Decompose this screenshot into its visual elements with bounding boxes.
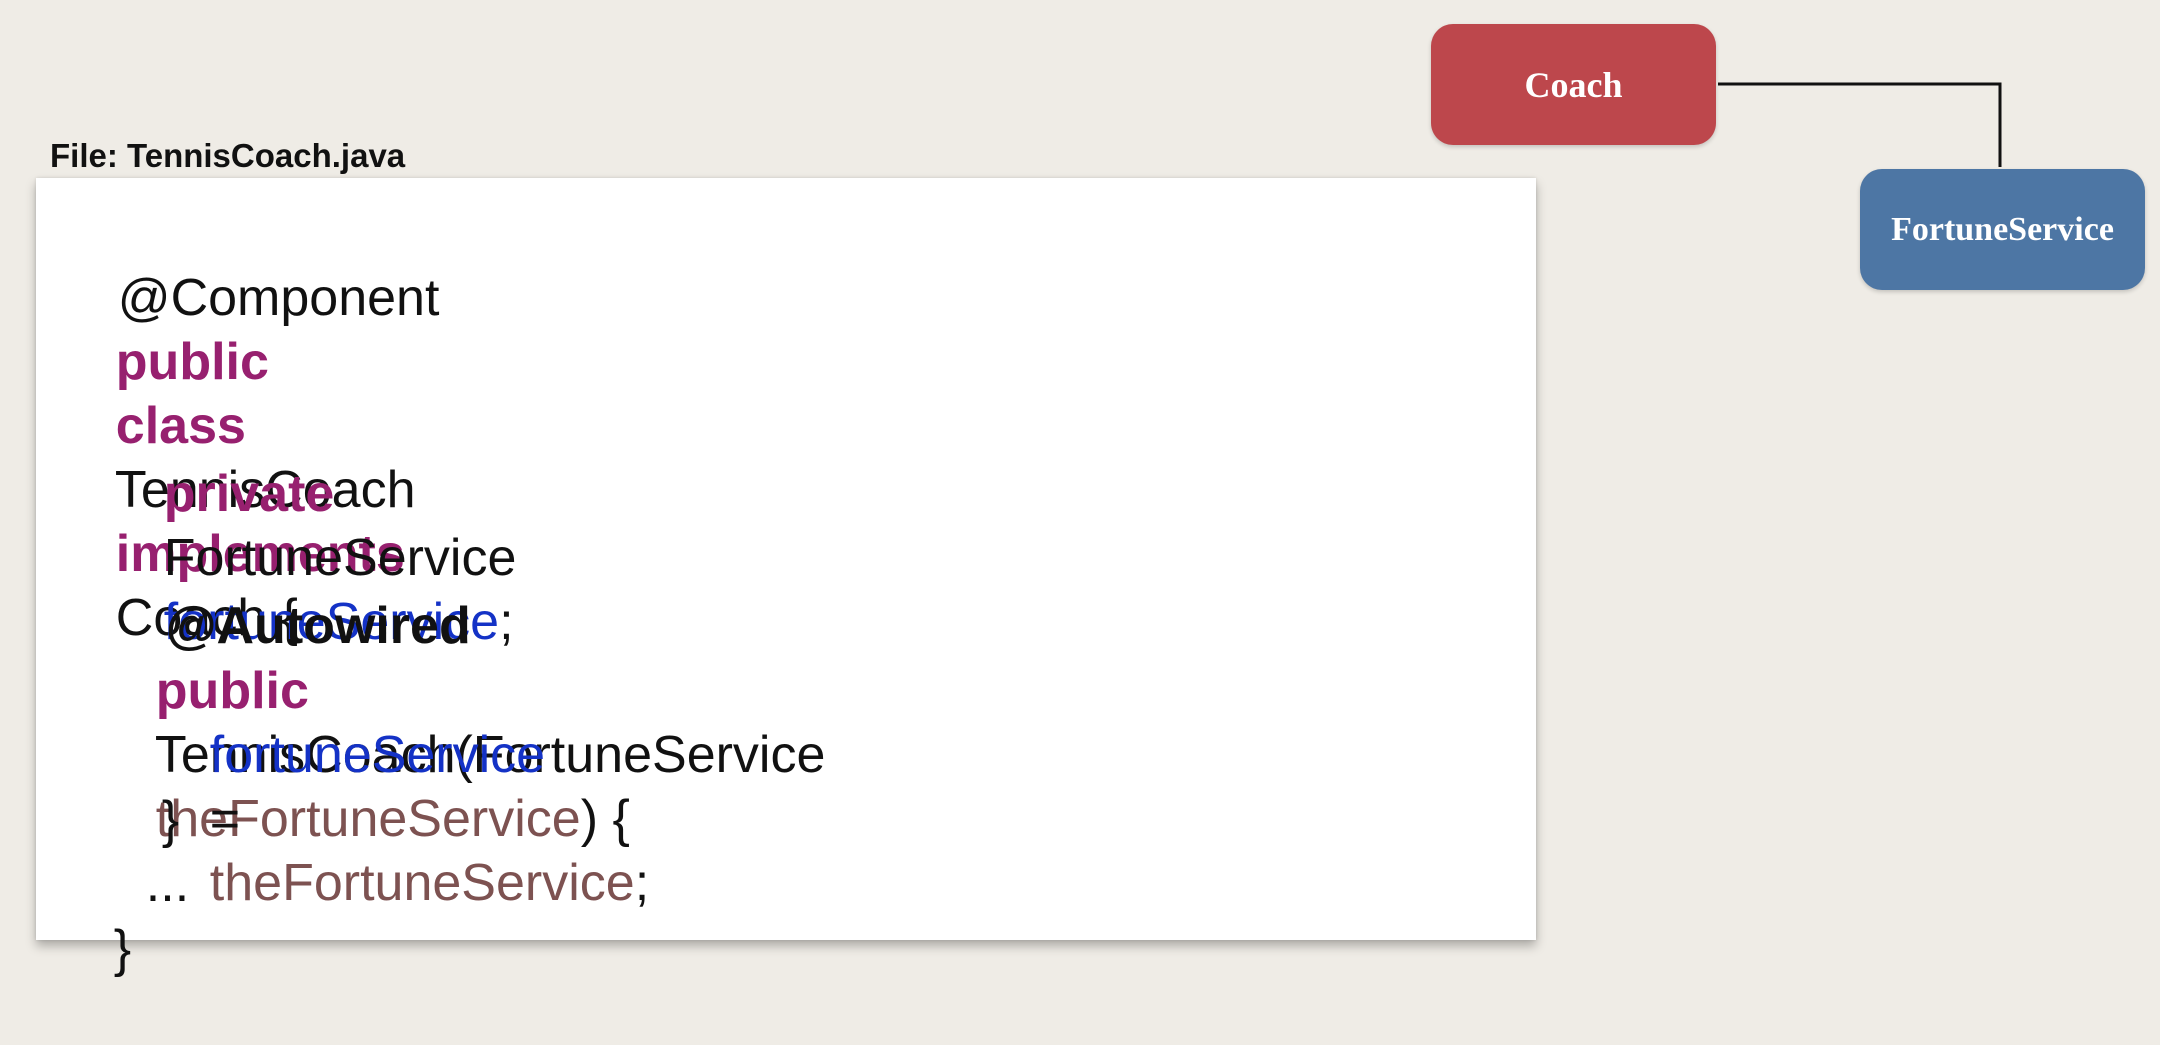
ellipsis: ... — [145, 855, 190, 913]
equals-sign: = — [209, 790, 241, 848]
code-line-class-close: } — [56, 853, 131, 1045]
coach-box-label: Coach — [1524, 64, 1623, 105]
assigned-param: theFortuneService — [209, 854, 635, 912]
file-label: File: TennisCoach.java — [50, 137, 406, 174]
coach-box: Coach — [1431, 24, 1716, 145]
code-panel: @Component public class TennisCoach impl… — [36, 178, 1536, 978]
keyword-public: public — [115, 333, 269, 391]
fortune-service-box-label: FortuneService — [1891, 210, 2114, 248]
code-line-assignment: fortuneService = theFortuneService; — [152, 659, 649, 979]
closing-brace: } — [113, 920, 132, 978]
assigned-field: fortuneService — [209, 726, 546, 784]
connector-line — [1718, 82, 2002, 167]
fortune-service-box: FortuneService — [1860, 169, 2145, 290]
semicolon: ; — [634, 854, 650, 912]
keyword-private: private — [163, 465, 335, 523]
